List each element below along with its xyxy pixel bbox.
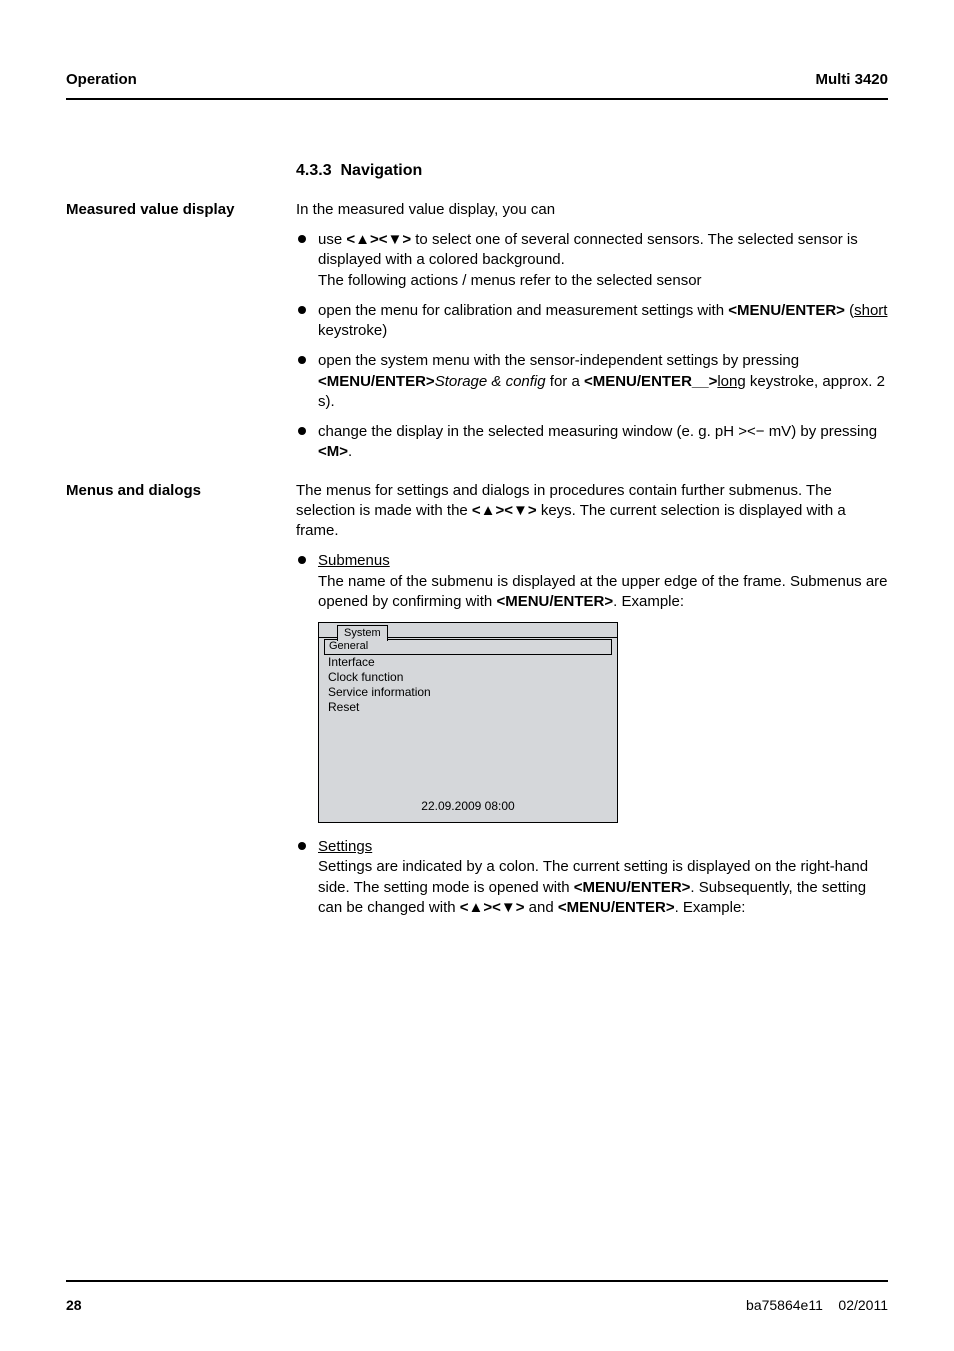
submenus-line-b: . Example: [613, 593, 684, 610]
menus-dialogs-block: Menus and dialogs The menus for settings… [296, 481, 888, 918]
device-status: 22.09.2009 08:00 [319, 775, 617, 822]
b3-key1: <MENU/ENTER> [318, 373, 435, 390]
device-item-interface: Interface [324, 655, 612, 670]
page-header: Operation Multi 3420 [66, 70, 888, 98]
bullet-open-calibration: open the menu for calibration and measur… [296, 301, 888, 342]
b1-keys: <▲><▼> [346, 231, 411, 248]
settings-c: and [525, 899, 558, 916]
settings-d: . Example: [675, 899, 746, 916]
device-item-reset: Reset [324, 700, 612, 715]
b4-key: <M> [318, 443, 348, 460]
bullet-select-sensor: use <▲><▼> to select one of several conn… [296, 230, 888, 291]
b3-b: for a [546, 373, 584, 390]
device-body: General Interface Clock function Service… [319, 638, 617, 775]
section-title: Navigation [340, 162, 422, 179]
side-label-measured: Measured value display [66, 200, 276, 220]
page-number: 28 [66, 1296, 82, 1315]
b2-paren-open: ( [845, 302, 854, 319]
side-label-menus: Menus and dialogs [66, 481, 276, 501]
doc-id: ba75864e11 [746, 1297, 823, 1313]
b2-key: <MENU/ENTER> [728, 302, 845, 319]
b2-short: short [854, 302, 887, 319]
b3-long: long [717, 373, 745, 390]
header-left: Operation [66, 70, 137, 90]
b4-pre: change the display in the selected measu… [318, 423, 877, 440]
device-item-general: General [324, 639, 612, 655]
measured-intro: In the measured value display, you can [296, 200, 888, 220]
submenus-key: <MENU/ENTER> [496, 593, 613, 610]
device-tab: System [337, 625, 388, 641]
measured-bullets: use <▲><▼> to select one of several conn… [296, 230, 888, 463]
page-footer: 28 ba75864e11 02/2011 [66, 1280, 888, 1315]
footer-rule [66, 1280, 888, 1282]
footer-right: ba75864e11 02/2011 [746, 1296, 888, 1315]
doc-date: 02/2011 [838, 1297, 888, 1313]
measured-value-block: Measured value display In the measured v… [296, 200, 888, 463]
settings-key1: <MENU/ENTER> [574, 879, 691, 896]
b3-ital: Storage & config [435, 373, 546, 390]
section-heading: 4.3.3 Navigation [296, 160, 888, 182]
footer-row: 28 ba75864e11 02/2011 [66, 1296, 888, 1315]
b3-key2: <MENU/ENTER__> [584, 373, 717, 390]
bullet-change-display: change the display in the selected measu… [296, 422, 888, 463]
settings-title: Settings [318, 838, 372, 855]
menus-bullets: Submenus The name of the submenu is disp… [296, 551, 888, 612]
section-number: 4.3.3 [296, 162, 332, 179]
b4-post: . [348, 443, 352, 460]
b1-pre: use [318, 231, 346, 248]
header-right: Multi 3420 [815, 70, 888, 90]
menus-keys: <▲><▼> [472, 502, 537, 519]
b2-pre: open the menu for calibration and measur… [318, 302, 728, 319]
device-mock: System General Interface Clock function … [318, 622, 618, 823]
bullet-settings: Settings Settings are indicated by a col… [296, 837, 888, 918]
settings-keys2: <▲><▼> [460, 899, 525, 916]
menus-intro: The menus for settings and dialogs in pr… [296, 481, 888, 542]
b3-a: open the system menu with the sensor-ind… [318, 352, 799, 369]
b2-paren-close: keystroke) [318, 322, 387, 339]
bullet-submenus: Submenus The name of the submenu is disp… [296, 551, 888, 612]
menus-bullets-2: Settings Settings are indicated by a col… [296, 837, 888, 918]
bullet-open-system-menu: open the system menu with the sensor-ind… [296, 351, 888, 412]
device-item-clock: Clock function [324, 670, 612, 685]
settings-key3: <MENU/ENTER> [558, 899, 675, 916]
device-item-service: Service information [324, 685, 612, 700]
device-tab-bar: System [319, 623, 617, 638]
header-rule [66, 98, 888, 100]
device-spacer [324, 715, 612, 771]
submenus-title: Submenus [318, 552, 390, 569]
b1-post2: The following actions / menus refer to t… [318, 272, 702, 289]
